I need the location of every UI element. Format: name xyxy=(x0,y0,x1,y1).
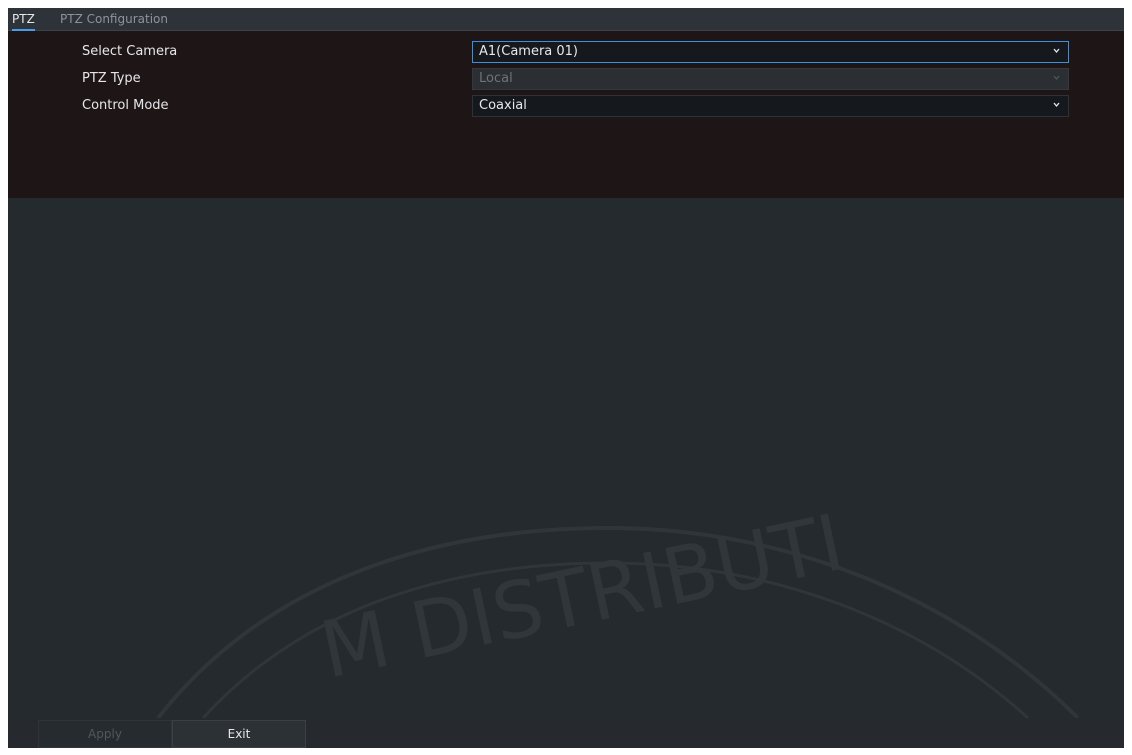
ptz-type-label: PTZ Type xyxy=(82,71,141,86)
select-camera-dropdown[interactable]: A1(Camera 01) xyxy=(472,41,1069,63)
control-mode-value: Coaxial xyxy=(479,98,527,113)
ptz-type-value: Local xyxy=(479,71,513,86)
chevron-down-icon xyxy=(1053,47,1060,54)
select-camera-value: A1(Camera 01) xyxy=(479,44,578,59)
select-camera-label: Select Camera xyxy=(82,44,178,59)
content-area: M DISTRIBUTI xyxy=(8,198,1124,718)
exit-button[interactable]: Exit xyxy=(172,720,306,748)
tab-ptz[interactable]: PTZ xyxy=(12,8,35,31)
control-mode-dropdown[interactable]: Coaxial xyxy=(472,95,1069,117)
watermark-stamp: M DISTRIBUTI xyxy=(156,498,1080,718)
ptz-type-dropdown: Local xyxy=(472,68,1069,90)
ptz-window: PTZ PTZ Configuration Select Camera A1(C… xyxy=(8,8,1124,748)
ptz-form-panel: Select Camera A1(Camera 01) PTZ Type Loc… xyxy=(8,31,1124,198)
tab-ptz-configuration[interactable]: PTZ Configuration xyxy=(60,8,168,30)
apply-button[interactable]: Apply xyxy=(38,720,172,748)
control-mode-label: Control Mode xyxy=(82,98,169,113)
tab-bar: PTZ PTZ Configuration xyxy=(8,8,1124,31)
chevron-down-icon xyxy=(1053,74,1060,81)
footer-bar: Apply Exit xyxy=(8,718,1124,748)
svg-text:M DISTRIBUTI: M DISTRIBUTI xyxy=(313,498,851,696)
chevron-down-icon xyxy=(1053,101,1060,108)
